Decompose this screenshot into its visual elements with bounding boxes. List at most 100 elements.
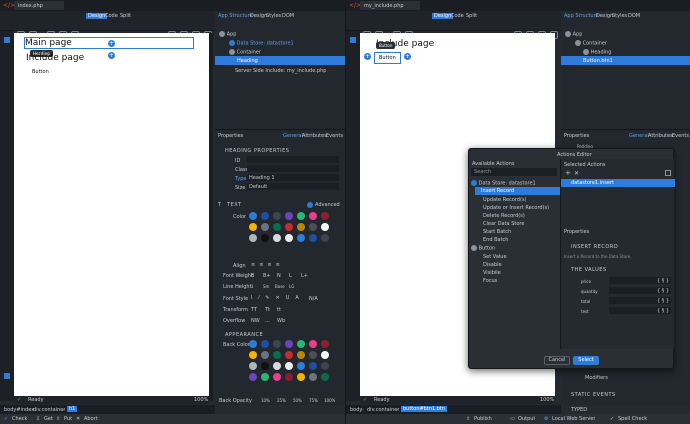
color-swatch[interactable] bbox=[297, 373, 305, 381]
action-focus[interactable]: Focus bbox=[483, 278, 497, 284]
color-swatch[interactable] bbox=[249, 212, 257, 220]
props-tab-general[interactable]: General bbox=[283, 133, 303, 139]
tree-item-container[interactable]: Container bbox=[575, 40, 607, 47]
mode-split[interactable]: Split bbox=[120, 13, 131, 19]
canvas-button-selected[interactable]: Button bbox=[374, 52, 401, 64]
value-expr-input[interactable]: { § } bbox=[609, 297, 671, 304]
tab-dom[interactable]: DOM bbox=[628, 13, 640, 19]
color-swatch[interactable] bbox=[297, 362, 305, 370]
tree-item-ssi[interactable]: Server Side Include: my_include.php bbox=[235, 68, 326, 74]
crumb-container[interactable]: div.container bbox=[33, 407, 65, 413]
fw-n[interactable]: N bbox=[277, 273, 281, 279]
action-clear-store[interactable]: Clear Data Store bbox=[483, 221, 524, 227]
action-delete-record[interactable]: Delete Record(s) bbox=[483, 213, 525, 219]
action-group-datastore[interactable]: Data Store: datastore1 bbox=[471, 180, 536, 187]
size-select[interactable]: Default bbox=[247, 183, 339, 190]
footer-server[interactable]: Local Web Server bbox=[552, 416, 595, 422]
crumb-container[interactable]: div.container bbox=[367, 407, 399, 413]
left-canvas-scrollbar[interactable] bbox=[209, 33, 213, 401]
value-expr-input[interactable]: { § } bbox=[609, 287, 671, 294]
color-swatch[interactable] bbox=[249, 351, 257, 359]
action-start-batch[interactable]: Start Batch bbox=[483, 229, 511, 235]
footer-put[interactable]: Put bbox=[64, 416, 72, 422]
tree-item-app[interactable]: App bbox=[565, 31, 582, 38]
mode-code[interactable]: Code bbox=[105, 13, 118, 19]
id-input[interactable] bbox=[247, 156, 339, 163]
color-swatch[interactable] bbox=[297, 223, 305, 231]
cancel-button[interactable]: Cancel bbox=[544, 356, 570, 365]
color-swatch[interactable] bbox=[321, 223, 329, 231]
fw-lplus[interactable]: L+ bbox=[301, 273, 308, 279]
action-upsert-record[interactable]: Update or Insert Record(s) bbox=[483, 205, 549, 211]
color-swatch[interactable] bbox=[273, 373, 281, 381]
props-tab-events[interactable]: Events bbox=[672, 133, 689, 139]
color-swatch[interactable] bbox=[321, 351, 329, 359]
color-swatch[interactable] bbox=[285, 223, 293, 231]
color-swatch[interactable] bbox=[321, 340, 329, 348]
structure-rail-icon[interactable] bbox=[350, 37, 356, 43]
tab-design[interactable]: Design bbox=[250, 13, 267, 19]
props-tab-events[interactable]: Events bbox=[326, 133, 343, 139]
tree-item-app[interactable]: App bbox=[219, 31, 236, 38]
font-style-na[interactable]: N/A bbox=[309, 296, 318, 302]
footer-check[interactable]: Check bbox=[12, 416, 27, 422]
tab-app-structure[interactable]: App Structure bbox=[564, 13, 599, 19]
color-swatch[interactable] bbox=[285, 351, 293, 359]
footer-publish[interactable]: Publish bbox=[474, 416, 492, 422]
tt-upper[interactable]: TT bbox=[251, 307, 257, 313]
font-style-icons[interactable]: I⁄✎✕UA bbox=[251, 295, 305, 301]
color-swatch[interactable] bbox=[261, 223, 269, 231]
advanced-label[interactable]: Advanced bbox=[315, 202, 340, 208]
action-visible[interactable]: Visibile bbox=[483, 270, 501, 276]
add-before-icon[interactable]: + bbox=[364, 53, 371, 60]
add-after-icon[interactable]: + bbox=[108, 40, 115, 47]
tree-item-button[interactable]: Button.btn1 bbox=[561, 56, 690, 65]
color-swatch[interactable] bbox=[249, 362, 257, 370]
props-tab-attributes[interactable]: Attributes bbox=[302, 133, 327, 139]
tree-item-heading[interactable]: Heading bbox=[215, 56, 345, 65]
ov-nw[interactable]: NW bbox=[251, 318, 260, 324]
tree-item-datastore[interactable]: Data Store: datastore1 bbox=[229, 40, 294, 47]
canvas-button[interactable]: Button bbox=[32, 69, 49, 75]
color-swatch[interactable] bbox=[249, 340, 257, 348]
type-select[interactable]: Heading 1 bbox=[247, 174, 339, 181]
color-swatch[interactable] bbox=[285, 212, 293, 220]
color-swatch[interactable] bbox=[297, 340, 305, 348]
color-swatch[interactable] bbox=[261, 373, 269, 381]
color-swatch[interactable] bbox=[273, 223, 281, 231]
color-swatch[interactable] bbox=[249, 373, 257, 381]
crumb-h1[interactable]: h1 bbox=[67, 406, 78, 412]
color-swatch[interactable] bbox=[321, 234, 329, 242]
color-swatch[interactable] bbox=[321, 212, 329, 220]
lh-sm[interactable]: Sm bbox=[263, 284, 269, 289]
color-swatch[interactable] bbox=[285, 340, 293, 348]
fw-l[interactable]: L bbox=[289, 273, 292, 279]
opacity-100[interactable]: 100% bbox=[324, 398, 335, 403]
action-set-value[interactable]: Set Value bbox=[483, 254, 507, 260]
color-swatch[interactable] bbox=[309, 223, 317, 231]
color-swatch[interactable] bbox=[309, 373, 317, 381]
color-swatch[interactable] bbox=[261, 351, 269, 359]
layers-rail-icon[interactable] bbox=[4, 373, 10, 379]
action-insert-record[interactable]: Insert Record bbox=[475, 187, 560, 195]
tab-dom[interactable]: DOM bbox=[282, 13, 294, 19]
color-swatch[interactable] bbox=[273, 212, 281, 220]
color-swatch[interactable] bbox=[273, 340, 281, 348]
tree-item-container[interactable]: Container bbox=[229, 49, 261, 56]
color-swatch[interactable] bbox=[261, 362, 269, 370]
footer-spell[interactable]: Spell Check bbox=[618, 416, 647, 422]
tt-capital[interactable]: Tt bbox=[265, 307, 270, 313]
trash-icon[interactable] bbox=[665, 170, 671, 176]
tt-lower[interactable]: tt bbox=[277, 307, 281, 313]
color-swatch[interactable] bbox=[261, 340, 269, 348]
color-swatch[interactable] bbox=[309, 351, 317, 359]
color-swatch[interactable] bbox=[321, 373, 329, 381]
color-swatch[interactable] bbox=[285, 362, 293, 370]
mode-split[interactable]: Split bbox=[466, 13, 477, 19]
props-tab-attributes[interactable]: Attributes bbox=[648, 133, 673, 139]
color-swatch[interactable] bbox=[309, 234, 317, 242]
class-input[interactable] bbox=[247, 165, 339, 172]
color-swatch[interactable] bbox=[273, 234, 281, 242]
footer-abort[interactable]: Abort bbox=[84, 416, 98, 422]
color-swatch[interactable] bbox=[297, 212, 305, 220]
